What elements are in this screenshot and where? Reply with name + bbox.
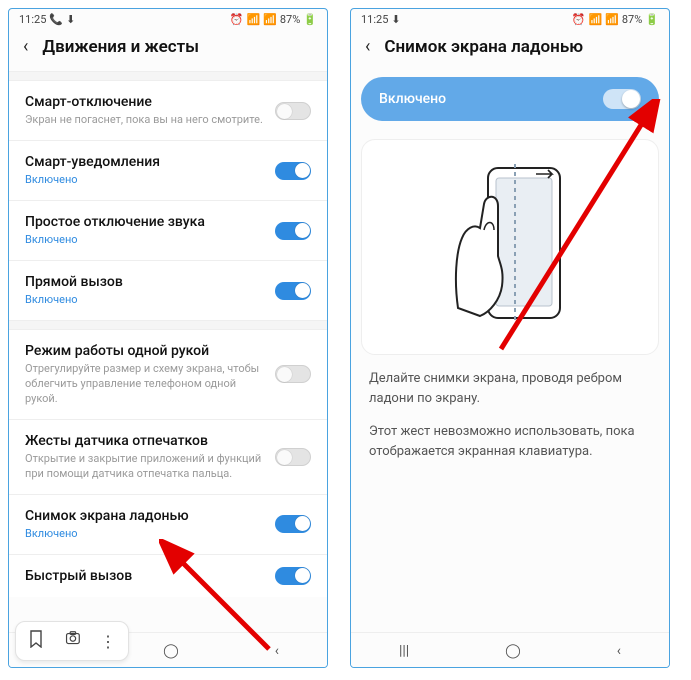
row-title: Смарт-отключение: [25, 93, 267, 111]
toggle-palm-swipe[interactable]: [275, 515, 311, 533]
gesture-illustration: [361, 139, 659, 355]
signal-icon: 📶: [263, 13, 277, 26]
row-easy-mute[interactable]: Простое отключение звука Включено: [9, 201, 327, 260]
battery-text: 87%: [622, 13, 642, 26]
master-switch-label: Включено: [379, 91, 446, 107]
nav-back-icon[interactable]: ‹: [617, 643, 621, 659]
wifi-icon: 📶: [588, 13, 602, 26]
status-phone-icon: 📞: [49, 13, 63, 26]
nav-home-icon[interactable]: ◯: [505, 643, 521, 659]
nav-back-icon[interactable]: ‹: [275, 643, 279, 659]
row-title: Жесты датчика отпечатков: [25, 432, 267, 450]
search-image-icon[interactable]: [62, 630, 82, 652]
toggle-smart-alert[interactable]: [275, 162, 311, 180]
row-quick-call[interactable]: Быстрый вызов: [9, 555, 327, 597]
alarm-icon: ⏰: [572, 13, 586, 26]
battery-icon: 🔋: [645, 13, 659, 26]
page-title: Снимок экрана ладонью: [384, 37, 583, 57]
row-title: Снимок экрана ладонью: [25, 507, 267, 525]
row-smart-stay[interactable]: Смарт-отключение Экран не погаснет, пока…: [9, 81, 327, 140]
battery-icon: 🔋: [303, 13, 317, 26]
row-sub: Экран не погаснет, пока вы на него смотр…: [25, 113, 267, 128]
description: Делайте снимки экрана, проводя ребром ла…: [351, 369, 669, 461]
row-fingerprint-gestures[interactable]: Жесты датчика отпечатков Открытие и закр…: [9, 420, 327, 494]
status-time: 11:25: [19, 13, 46, 26]
toggle-one-hand[interactable]: [275, 365, 311, 383]
toggle-easy-mute[interactable]: [275, 222, 311, 240]
desc-line-2: Этот жест невозможно использовать, пока …: [369, 422, 651, 461]
wifi-icon: 📶: [246, 13, 260, 26]
phone-right: 11:25 ⬇ ⏰ 📶 📶 87% 🔋 ‹ Снимок экрана ладо…: [350, 8, 670, 668]
header: ‹ Движения и жесты: [9, 28, 327, 71]
row-title: Смарт-уведомления: [25, 153, 267, 171]
row-title: Простое отключение звука: [25, 213, 267, 231]
phone-left: 11:25 📞 ⬇ ⏰ 📶 📶 87% 🔋 ‹ Движения и жесты…: [8, 8, 328, 668]
row-title: Прямой вызов: [25, 273, 267, 291]
browser-toolbar: ⋮: [15, 621, 129, 661]
nav-recents-icon[interactable]: |||: [399, 643, 409, 659]
row-smart-alert[interactable]: Смарт-уведомления Включено: [9, 141, 327, 200]
header: ‹ Снимок экрана ладонью: [351, 28, 669, 71]
nav-home-icon[interactable]: ◯: [163, 643, 179, 659]
row-sub: Включено: [25, 173, 267, 188]
toggle-master[interactable]: [603, 89, 641, 109]
row-title: Быстрый вызов: [25, 567, 267, 585]
row-direct-call[interactable]: Прямой вызов Включено: [9, 261, 327, 320]
signal-icon: 📶: [605, 13, 619, 26]
toggle-smart-stay[interactable]: [275, 102, 311, 120]
toggle-quick-call[interactable]: [275, 567, 311, 585]
nav-bar: ||| ◯ ‹: [351, 632, 669, 667]
toggle-direct-call[interactable]: [275, 282, 311, 300]
page-title: Движения и жесты: [42, 37, 199, 57]
status-download-icon: ⬇: [66, 13, 75, 26]
status-bar: 11:25 📞 ⬇ ⏰ 📶 📶 87% 🔋: [9, 9, 327, 28]
back-icon[interactable]: ‹: [365, 36, 370, 57]
status-time: 11:25: [361, 13, 388, 26]
row-sub: Включено: [25, 527, 267, 542]
row-sub: Включено: [25, 233, 267, 248]
row-sub: Включено: [25, 293, 267, 308]
row-palm-swipe[interactable]: Снимок экрана ладонью Включено: [9, 495, 327, 554]
row-sub: Открытие и закрытие приложений и функций…: [25, 452, 267, 482]
battery-text: 87%: [280, 13, 300, 26]
more-icon[interactable]: ⋮: [100, 632, 116, 651]
row-sub: Отрегулируйте размер и схему экрана, что…: [25, 362, 267, 407]
row-one-hand[interactable]: Режим работы одной рукой Отрегулируйте р…: [9, 330, 327, 419]
bookmark-icon[interactable]: [28, 630, 44, 652]
desc-line-1: Делайте снимки экрана, проводя ребром ла…: [369, 369, 651, 408]
row-title: Режим работы одной рукой: [25, 342, 267, 360]
status-download-icon: ⬇: [391, 13, 400, 26]
back-icon[interactable]: ‹: [23, 36, 28, 57]
toggle-fingerprint-gestures[interactable]: [275, 448, 311, 466]
alarm-icon: ⏰: [230, 13, 244, 26]
status-bar: 11:25 ⬇ ⏰ 📶 📶 87% 🔋: [351, 9, 669, 28]
master-switch[interactable]: Включено: [361, 77, 659, 121]
